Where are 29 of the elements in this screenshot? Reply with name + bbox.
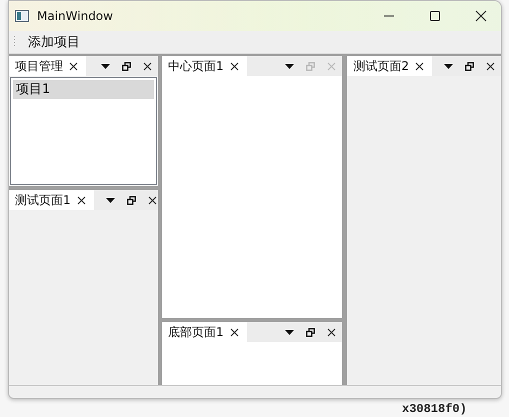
list-item[interactable]: 项目1 <box>13 80 154 99</box>
float-icon[interactable] <box>465 62 474 70</box>
float-icon[interactable] <box>126 196 136 204</box>
window-title: MainWindow <box>37 9 113 23</box>
code-text: x30818f0) <box>402 402 467 416</box>
caret-icon[interactable] <box>285 64 294 68</box>
close-icon[interactable] <box>327 328 336 336</box>
close-icon[interactable] <box>69 62 78 70</box>
caret-icon[interactable] <box>285 330 294 334</box>
close-icon[interactable] <box>415 62 424 70</box>
maximize-icon[interactable] <box>429 10 441 22</box>
close-icon[interactable] <box>475 10 487 22</box>
app-icon <box>15 10 29 22</box>
float-icon[interactable] <box>122 62 131 70</box>
dock-tab[interactable]: 测试页面1 <box>9 190 94 210</box>
dock-tab[interactable]: 项目管理 <box>9 56 86 76</box>
caret-icon[interactable] <box>106 198 115 202</box>
close-icon[interactable] <box>230 328 239 336</box>
float-icon[interactable] <box>306 328 316 336</box>
dock-tab[interactable]: 底部页面1 <box>162 322 247 342</box>
caret-icon[interactable] <box>101 64 110 68</box>
toolbar-button[interactable]: 添加项目 <box>24 33 84 51</box>
close-icon[interactable] <box>143 62 152 70</box>
close-icon[interactable] <box>148 196 157 204</box>
close-icon[interactable] <box>230 62 239 70</box>
close-icon[interactable] <box>76 196 86 204</box>
caret-icon[interactable] <box>444 64 453 68</box>
close-icon[interactable] <box>486 62 495 70</box>
dock-tab[interactable]: 测试页面2 <box>347 56 432 76</box>
